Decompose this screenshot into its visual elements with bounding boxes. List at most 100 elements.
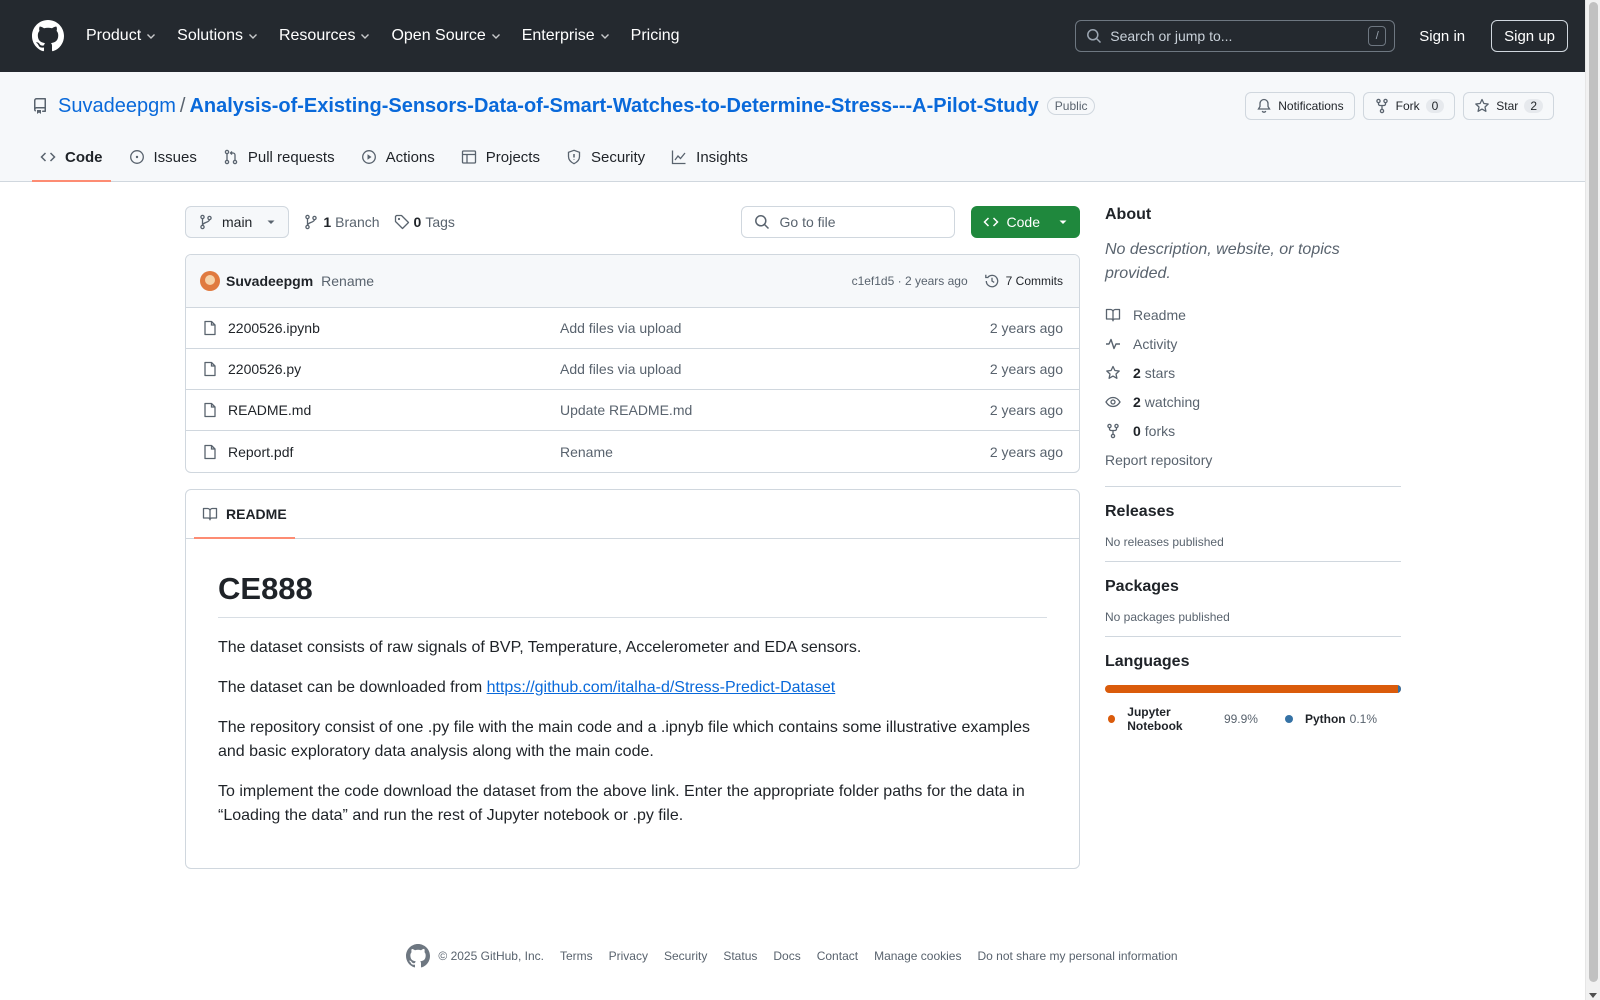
fork-icon — [1375, 98, 1388, 114]
global-header: Product Solutions Resources Open Source … — [0, 0, 1600, 72]
languages-heading: Languages — [1105, 653, 1190, 670]
packages-heading[interactable]: Packages — [1105, 578, 1401, 596]
nav-resources[interactable]: Resources — [279, 27, 371, 45]
activity-link[interactable]: Activity — [1105, 329, 1401, 358]
repo-name-link[interactable]: Analysis-of-Existing-Sensors-Data-of-Sma… — [189, 95, 1038, 118]
file-commit-message[interactable]: Add files via upload — [560, 320, 990, 336]
forks-count: 0 — [1133, 422, 1141, 439]
global-search-input[interactable]: Search or jump to... / — [1075, 20, 1396, 52]
commits-history-link[interactable]: 7 Commits — [984, 273, 1063, 289]
commit-hash-time[interactable]: c1ef1d5 · 2 years ago — [852, 274, 968, 288]
tab-issues[interactable]: Issues — [121, 133, 205, 181]
language-color-dot — [1108, 715, 1116, 723]
tab-code[interactable]: Code — [32, 133, 111, 182]
file-name-link[interactable]: README.md — [228, 402, 560, 418]
star-button[interactable]: Star 2 — [1463, 92, 1554, 120]
stars-link[interactable]: 2 stars — [1105, 358, 1401, 387]
play-icon — [361, 150, 376, 164]
footer-link-security[interactable]: Security — [664, 949, 707, 963]
file-name-link[interactable]: 2200526.py — [228, 361, 560, 377]
github-logo-icon[interactable] — [406, 944, 431, 968]
tab-projects-label: Projects — [485, 148, 540, 166]
repo-tabs: Code Issues Pull requests Actions Projec… — [32, 133, 766, 182]
readme-link[interactable]: Readme — [1105, 300, 1401, 329]
readme-content: CE888 The dataset consists of raw signal… — [186, 539, 1079, 868]
repo-header: Suvadeepgm / Analysis-of-Existing-Sensor… — [0, 72, 1600, 182]
forks-link[interactable]: 0 forks — [1105, 416, 1401, 445]
commit-author-link[interactable]: Suvadeepgm — [226, 273, 313, 289]
branch-icon — [200, 214, 212, 230]
report-repository-link[interactable]: Report repository — [1105, 445, 1401, 474]
nav-pricing[interactable]: Pricing — [631, 27, 680, 45]
tab-pull-requests[interactable]: Pull requests — [215, 133, 343, 181]
scroll-down-arrow-icon[interactable] — [1589, 993, 1597, 998]
file-commit-message[interactable]: Update README.md — [560, 402, 990, 418]
sign-in-link[interactable]: Sign in — [1419, 28, 1465, 45]
language-list: Jupyter Notebook 99.9% Python 0.1% — [1105, 705, 1401, 733]
go-to-file-placeholder: Go to file — [779, 214, 836, 230]
file-commit-message[interactable]: Add files via upload — [560, 361, 990, 377]
scrollbar-thumb[interactable] — [1589, 2, 1598, 982]
commit-message-link[interactable]: Rename — [321, 273, 374, 289]
tab-actions-label: Actions — [385, 148, 435, 166]
issue-icon — [129, 150, 144, 164]
nav-enterprise-label: Enterprise — [521, 27, 595, 44]
branch-select-button[interactable]: main — [185, 206, 290, 238]
search-placeholder: Search or jump to... — [1110, 28, 1233, 44]
tab-readme[interactable]: README — [194, 490, 295, 539]
dataset-link[interactable]: https://github.com/italha-d/Stress-Predi… — [487, 679, 836, 696]
notifications-button[interactable]: Notifications — [1245, 92, 1355, 120]
footer-link-contact[interactable]: Contact — [817, 949, 858, 963]
branch-icon — [305, 214, 318, 230]
nav-solutions[interactable]: Solutions — [177, 27, 259, 45]
tab-insights[interactable]: Insights — [663, 133, 756, 181]
stars-count: 2 — [1133, 364, 1141, 381]
file-name-link[interactable]: Report.pdf — [228, 444, 560, 460]
file-commit-time: 2 years ago — [989, 361, 1063, 377]
file-name-link[interactable]: 2200526.ipynb — [228, 320, 560, 336]
nav-enterprise[interactable]: Enterprise — [522, 27, 611, 45]
file-commit-message[interactable]: Rename — [560, 444, 990, 460]
avatar[interactable] — [200, 271, 220, 291]
branches-link[interactable]: 1 Branch — [303, 214, 380, 230]
nav-open-source[interactable]: Open Source — [391, 27, 501, 45]
footer-link-privacy[interactable]: Privacy — [609, 949, 648, 963]
footer-link-terms[interactable]: Terms — [560, 949, 593, 963]
tab-projects[interactable]: Projects — [453, 133, 548, 181]
language-item-python[interactable]: Python 0.1% — [1284, 705, 1377, 733]
notifications-label: Notifications — [1278, 99, 1344, 113]
nav-product[interactable]: Product — [86, 27, 157, 45]
tab-security[interactable]: Security — [558, 133, 653, 181]
footer-link-manage-cookies[interactable]: Manage cookies — [874, 949, 961, 963]
github-logo-icon[interactable] — [32, 20, 64, 52]
code-button-label: Code — [1006, 214, 1040, 230]
bell-icon — [1257, 98, 1271, 113]
footer-link-docs[interactable]: Docs — [773, 949, 800, 963]
tab-actions[interactable]: Actions — [353, 133, 443, 181]
divider — [1105, 561, 1401, 562]
fork-label: Fork — [1395, 99, 1420, 113]
tags-link[interactable]: 0 Tags — [394, 214, 455, 230]
footer-link-status[interactable]: Status — [723, 949, 757, 963]
repo-owner-link[interactable]: Suvadeepgm — [58, 95, 176, 118]
history-icon — [984, 274, 998, 288]
repo-title-row: Suvadeepgm / Analysis-of-Existing-Sensor… — [32, 90, 1554, 122]
tab-security-label: Security — [590, 148, 646, 166]
fork-button[interactable]: Fork 0 — [1362, 92, 1456, 120]
commits-count: 7 Commits — [1005, 274, 1063, 288]
go-to-file-input[interactable]: Go to file — [740, 206, 955, 238]
tab-pull-requests-label: Pull requests — [247, 148, 335, 166]
watching-link[interactable]: 2 watching — [1105, 387, 1401, 416]
branch-name: main — [222, 214, 253, 230]
footer-link-do-not-share[interactable]: Do not share my personal information — [977, 949, 1177, 963]
about-description: No description, website, or topics provi… — [1105, 241, 1340, 282]
sign-up-button[interactable]: Sign up — [1491, 20, 1568, 52]
divider — [1105, 636, 1401, 637]
nav-open-source-label: Open Source — [391, 27, 486, 44]
page-scrollbar[interactable] — [1585, 0, 1600, 1000]
readme-tab-label: README — [226, 506, 287, 522]
readme-paragraph: The repository consist of one .py file w… — [218, 719, 1030, 760]
language-item-jupyter[interactable]: Jupyter Notebook 99.9% — [1108, 705, 1258, 733]
releases-heading[interactable]: Releases — [1105, 503, 1401, 521]
code-dropdown-button[interactable]: Code — [970, 206, 1080, 238]
